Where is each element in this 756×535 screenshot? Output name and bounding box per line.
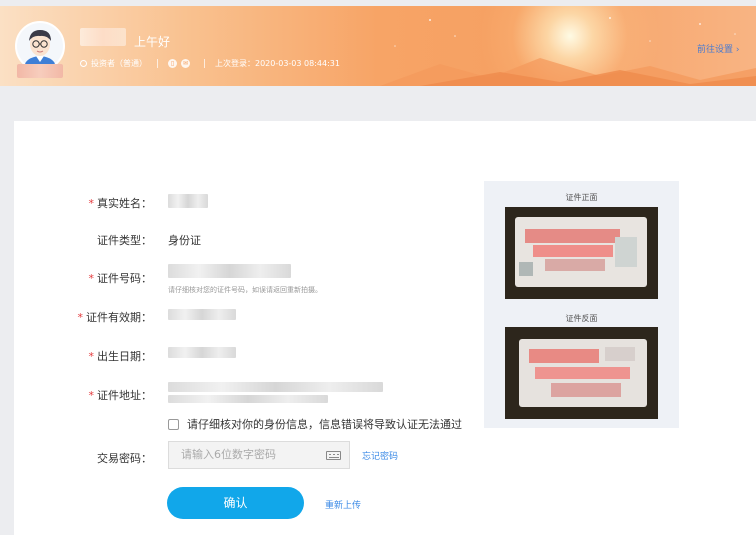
address-label: * 证件地址： [88, 389, 153, 402]
email-icon[interactable]: ✉ [181, 58, 190, 68]
redaction-block [551, 383, 621, 397]
password-placeholder: 请输入6位数字密码 [181, 448, 276, 461]
redaction-block [529, 349, 599, 363]
redaction-block [605, 347, 635, 361]
required-mark: * [77, 311, 84, 324]
id-back-title: 证件反面 [565, 314, 598, 323]
required-mark: * [88, 272, 95, 285]
meta-divider [157, 58, 158, 68]
redaction-block [519, 262, 533, 276]
validity-label: * 证件有效期： [77, 311, 153, 324]
id-type-label: 证件类型： [97, 234, 152, 247]
user-meta-row: 投资者（普通） ▯ ✉ 上次登录：2020-03-03 08:44:31 [80, 56, 340, 70]
reupload-link[interactable]: 重新上传 [325, 498, 361, 511]
avatar-tag-redacted [17, 64, 63, 78]
birth-date-label: * 出生日期： [88, 350, 153, 363]
redaction-block [615, 237, 637, 267]
checkbox-icon[interactable] [168, 418, 179, 430]
username-redacted [80, 28, 126, 46]
id-number-hint: 请仔细核对您的证件号码，如误请返回重新拍摄。 [168, 286, 322, 294]
birth-date-value-redacted [168, 347, 236, 358]
required-mark: * [88, 350, 95, 363]
id-type-value: 身份证 [168, 234, 201, 247]
redaction-block [545, 259, 605, 271]
phone-icon[interactable]: ▯ [168, 58, 177, 68]
keyboard-icon[interactable] [326, 451, 341, 460]
user-role: 投资者（普通） [91, 58, 147, 68]
id-number-value-redacted [168, 264, 291, 278]
last-login-time: 上次登录：2020-03-03 08:44:31 [215, 58, 340, 68]
confirm-button[interactable]: 确认 [167, 487, 304, 519]
meta-divider [204, 58, 205, 68]
forgot-password-link[interactable]: 忘记密码 [362, 449, 398, 462]
info-confirm-checkbox-row[interactable]: 请仔细核对你的身份信息，信息错误将导致认证无法通过 [168, 416, 462, 432]
redaction-block [535, 367, 630, 379]
trade-password-input[interactable]: 请输入6位数字密码 [168, 441, 350, 469]
trade-password-label: 交易密码： [97, 452, 152, 465]
id-number-label: * 证件号码： [88, 272, 153, 285]
id-front-title: 证件正面 [565, 193, 598, 202]
goto-settings-link[interactable]: 前往设置 › [697, 42, 740, 55]
id-front-photo[interactable] [505, 207, 658, 299]
user-role-icon [80, 59, 87, 67]
required-mark: * [88, 197, 95, 210]
header-banner [0, 6, 756, 86]
required-mark: * [88, 389, 95, 402]
validity-value-redacted [168, 309, 236, 320]
info-confirm-text: 请仔细核对你的身份信息，信息错误将导致认证无法通过 [187, 418, 462, 431]
redaction-block [533, 245, 613, 257]
goto-settings-label: 前往设置 [697, 45, 734, 55]
real-name-label: * 真实姓名： [88, 197, 153, 210]
id-photo-panel: 证件正面 证件反面 [484, 181, 679, 428]
avatar-icon [17, 23, 63, 69]
real-name-value-redacted [168, 194, 208, 208]
greeting-text: 上午好 [134, 35, 171, 49]
address-value-redacted [168, 382, 383, 392]
chevron-right-icon: › [735, 45, 740, 55]
id-back-photo[interactable] [505, 327, 658, 419]
address-value-redacted [168, 395, 328, 403]
redaction-block [525, 229, 620, 243]
